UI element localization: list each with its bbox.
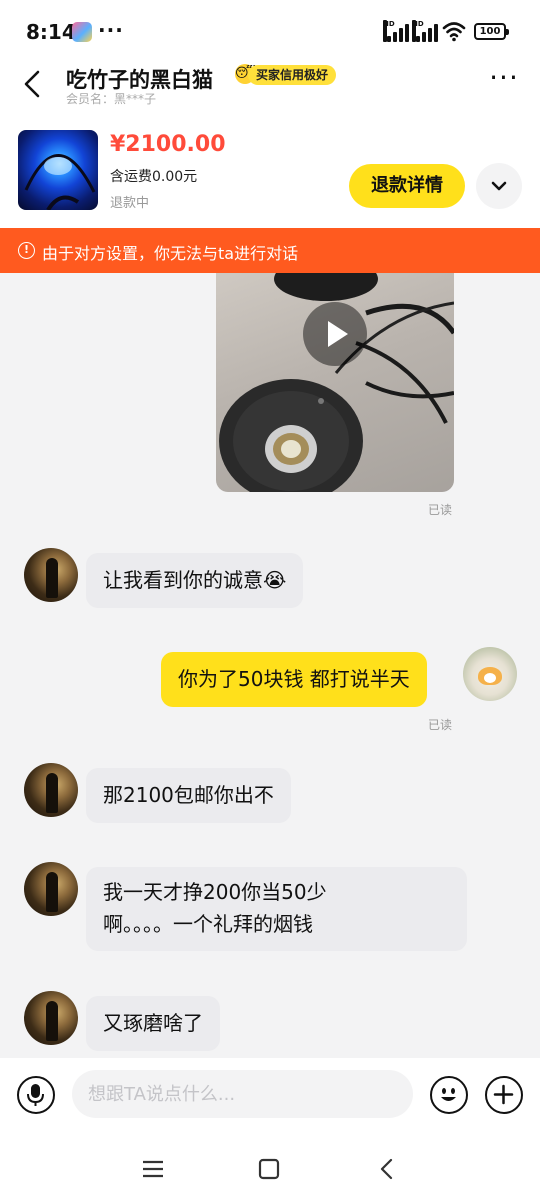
- chevron-left-icon: [24, 70, 40, 98]
- chevron-down-icon: [491, 181, 507, 191]
- chat-messages[interactable]: 已读 让我看到你的诚意😭 你为了50块钱 都打说半天 已读 那2100包邮你出不…: [0, 273, 540, 1058]
- contact-avatar[interactable]: [24, 548, 78, 602]
- emoji-button[interactable]: [430, 1076, 468, 1114]
- plus-icon: [493, 1084, 514, 1105]
- input-bar: [0, 1058, 540, 1138]
- product-image: [24, 154, 96, 210]
- message-line: 我一天才挣200你当50少: [103, 880, 327, 904]
- system-nav-bar: [0, 1138, 540, 1200]
- message-bubble-mine[interactable]: 你为了50块钱 都打说半天: [161, 652, 427, 707]
- nav-menu-button[interactable]: [138, 1156, 168, 1182]
- message-bubble[interactable]: 又琢磨啥了: [86, 996, 220, 1051]
- order-price: ¥2100.00: [110, 132, 226, 157]
- message-bubble[interactable]: 我一天才挣200你当50少 啊。。。。一个礼拜的烟钱: [86, 867, 467, 951]
- more-button[interactable]: ···: [486, 64, 522, 94]
- app-notification-icon: [72, 22, 92, 42]
- message-line: 啊。。。。一个礼拜的烟钱: [103, 912, 313, 936]
- product-thumbnail[interactable]: [18, 130, 98, 210]
- shipping-info: 含运费0.00元: [110, 169, 198, 185]
- cellular-signal-icon-2: HD: [412, 20, 438, 42]
- message-input[interactable]: [72, 1070, 413, 1118]
- back-triangle-icon: [380, 1158, 393, 1180]
- voice-button[interactable]: [17, 1076, 55, 1114]
- nav-back-button[interactable]: [372, 1156, 402, 1182]
- back-button[interactable]: [18, 66, 50, 102]
- status-time: 8:14: [26, 20, 76, 44]
- refund-status: 退款中: [110, 196, 150, 211]
- add-button[interactable]: [485, 1076, 523, 1114]
- microphone-icon: [27, 1084, 44, 1106]
- my-avatar[interactable]: [463, 647, 517, 701]
- menu-icon: [143, 1160, 163, 1178]
- contact-avatar[interactable]: [24, 862, 78, 916]
- chat-header: 吃竹子的黑白猫 😴 买家信用极好 会员名：黑***子 ···: [0, 64, 540, 120]
- battery-icon: 100: [474, 23, 509, 40]
- nav-home-button[interactable]: [254, 1156, 284, 1182]
- order-card[interactable]: ¥2100.00 含运费0.00元 退款中 退款详情: [0, 120, 540, 228]
- read-receipt: 已读: [428, 718, 453, 732]
- home-square-icon: [258, 1158, 280, 1180]
- expand-order-button[interactable]: [476, 163, 522, 209]
- status-more-dots: ···: [98, 18, 124, 42]
- credit-badge[interactable]: 买家信用极好: [248, 65, 337, 85]
- refund-details-button[interactable]: 退款详情: [349, 164, 465, 208]
- contact-avatar[interactable]: [24, 763, 78, 817]
- contact-avatar[interactable]: [24, 991, 78, 1045]
- message-bubble[interactable]: 那2100包邮你出不: [86, 768, 291, 823]
- emoji-icon: [441, 1088, 456, 1101]
- wifi-icon: [442, 22, 466, 42]
- read-receipt: 已读: [428, 503, 453, 517]
- status-bar: 8:14 ··· HD HD 100: [0, 0, 540, 64]
- play-icon[interactable]: [303, 302, 367, 366]
- chat-blocked-warning: ! 由于对方设置，你无法与ta进行对话: [0, 228, 540, 273]
- more-dots-icon: ···: [489, 61, 519, 94]
- message-bubble[interactable]: 让我看到你的诚意😭: [86, 553, 304, 608]
- warning-text: 由于对方设置，你无法与ta进行对话: [42, 244, 299, 263]
- info-icon: !: [18, 242, 35, 259]
- video-message[interactable]: [216, 273, 454, 492]
- cellular-signal-icon: HD: [383, 20, 409, 42]
- member-name: 会员名：黑***子: [66, 92, 157, 106]
